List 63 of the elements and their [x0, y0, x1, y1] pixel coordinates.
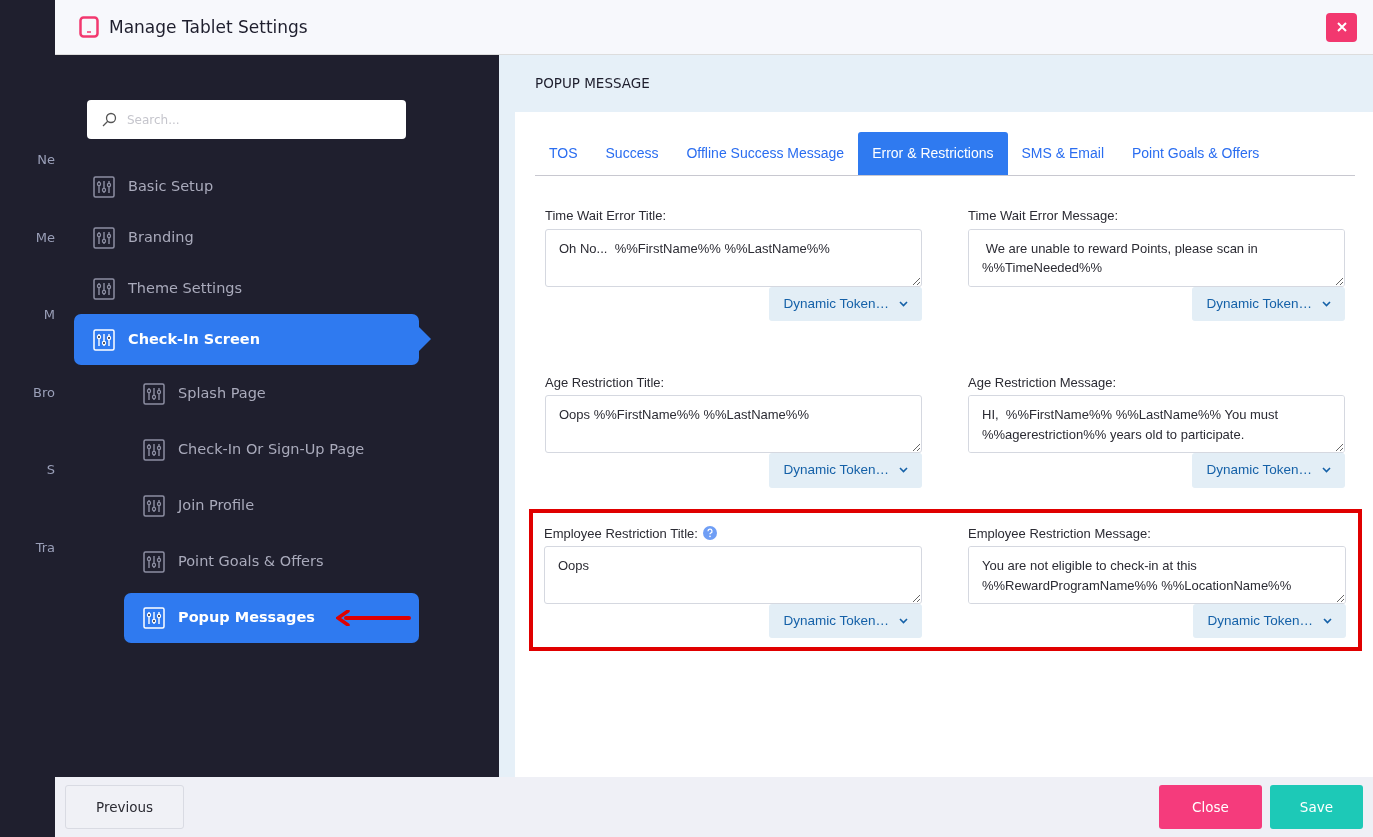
menu-label: Ne [37, 151, 55, 169]
sidebar-item[interactable]: Basic Setup [74, 161, 419, 212]
menu-label: Me [35, 228, 55, 247]
tablet-icon [79, 16, 99, 38]
menu-label: Tra [35, 538, 55, 557]
sidebar-item[interactable]: Branding [74, 212, 419, 263]
arrow-icon [335, 610, 412, 626]
field-label: Employee Restriction Title: [544, 524, 698, 543]
chevron-icon [899, 300, 908, 307]
section-title: POPUP MESSAGE [534, 74, 651, 94]
text-area[interactable]: You are not eligible to check-in at this %%RewardProgramName%% %%LocationName%% [968, 546, 1346, 604]
chevron-icon [899, 467, 908, 474]
sidebar-item[interactable]: Popup Messages [124, 593, 419, 643]
close-button[interactable]: Close [1159, 785, 1262, 829]
window-title: Manage Tablet Settings [109, 16, 308, 38]
sliders-icon [143, 495, 165, 517]
tab[interactable]: Success [591, 132, 673, 175]
dropdown-button[interactable]: Dynamic Token… [769, 286, 922, 321]
tab[interactable]: SMS & Email [1007, 132, 1118, 175]
menu-label: Bro [33, 383, 55, 402]
sidebar-item[interactable]: Splash Page [124, 369, 419, 419]
sliders-icon [93, 328, 115, 351]
field-label: Time Wait Error Message: [968, 207, 1118, 225]
sliders-icon [93, 175, 115, 198]
text-area[interactable]: Oops [544, 546, 922, 604]
tab[interactable]: Error & Restrictions [858, 132, 1008, 175]
dropdown-button[interactable]: Dynamic Token… [1192, 286, 1345, 321]
sliders-icon [143, 607, 165, 629]
tab[interactable]: Offline Success Message [672, 132, 859, 175]
tab[interactable]: TOS [535, 132, 592, 175]
field-label: Age Restriction Message: [968, 373, 1117, 392]
search-icon [101, 111, 117, 128]
dropdown-button[interactable]: Dynamic Token… [1193, 604, 1346, 639]
close-icon [1336, 22, 1347, 32]
tab[interactable]: Point Goals & Offers [1118, 132, 1274, 175]
previous-button[interactable]: Previous [65, 785, 185, 829]
menu-label: M [43, 306, 55, 324]
text-area[interactable]: Oops %%FirstName%% %%LastName%% [545, 395, 922, 454]
chevron-icon [1322, 300, 1331, 307]
dropdown-button[interactable]: Dynamic Token… [769, 453, 922, 488]
search-field[interactable]: Search... [87, 100, 406, 139]
dropdown-button[interactable]: Dynamic Token… [1192, 453, 1345, 488]
chevron-icon [1322, 467, 1331, 474]
text-area[interactable]: Oh No... %%FirstName%% %%LastName%% [545, 228, 922, 287]
chevron-icon [1323, 618, 1332, 625]
sidebar-item[interactable]: Check-In Or Sign-Up Page [124, 425, 419, 475]
sidebar-item[interactable]: Theme Settings [74, 263, 419, 314]
sidebar-item[interactable]: Join Profile [124, 481, 419, 531]
sidebar-item[interactable]: Point Goals & Offers [124, 537, 419, 587]
sliders-icon [93, 226, 115, 249]
field-label: Time Wait Error Title: [545, 207, 667, 225]
text-area[interactable]: HI, %%FirstName%% %%LastName%% You must %%agerestriction%% years old to participate. [968, 395, 1345, 454]
close-button[interactable] [1326, 12, 1357, 42]
dropdown-button[interactable]: Dynamic Token… [769, 604, 922, 639]
text-area[interactable]: We are unable to reward Points, please scan in %%TimeNeeded%% [968, 228, 1345, 287]
sliders-icon [143, 551, 165, 573]
field-label: Employee Restriction Message: [968, 524, 1151, 543]
field-label: Age Restriction Title: [545, 373, 665, 392]
sliders-icon [93, 277, 115, 300]
menu-label: S [46, 461, 55, 479]
sliders-icon [143, 439, 165, 461]
sliders-icon [143, 383, 165, 405]
chevron-icon [899, 618, 908, 625]
